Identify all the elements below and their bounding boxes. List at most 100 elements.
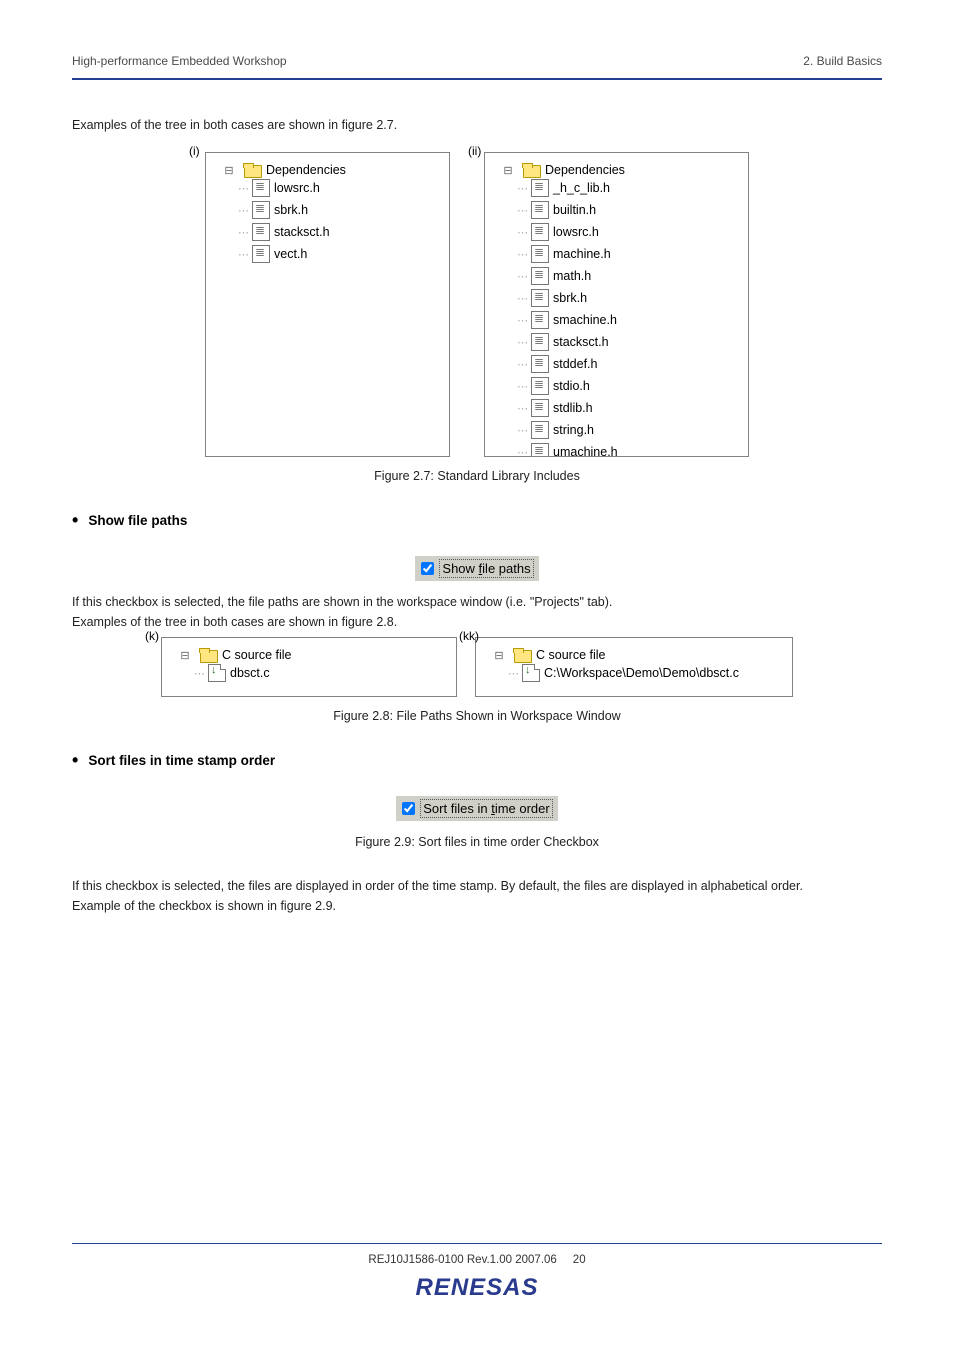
figure-2-9-caption: Figure 2.9: Sort files in time order Che… [72,835,882,849]
l-text-2: Example of the checkbox is shown in figu… [72,899,882,913]
tree-item[interactable]: ⋯ stdio.h [517,375,738,397]
tree-item[interactable]: ⋯ builtin.h [517,199,738,221]
tree-item[interactable]: ⋯ smachine.h [517,309,738,331]
header-file-icon [531,377,549,395]
header-file-icon [252,223,270,241]
bullet-l-heading: • Sort files in time stamp order [72,753,882,768]
tree-panel-kk: (kk) C source file ⋯C:\Workspace\Demo\De… [475,635,793,697]
tree-expand-icon[interactable] [488,649,510,662]
tree-item[interactable]: ⋯ lowsrc.h [517,221,738,243]
tree-branch-line: ⋯ [517,402,527,415]
tree-item[interactable]: ⋯ stacksct.h [238,221,439,243]
tree-i-label: (i) [189,144,200,158]
tree-root-label[interactable]: Dependencies [545,163,625,177]
tree-item-label: stacksct.h [274,225,330,239]
source-file-icon [522,664,540,682]
bullet-k-heading: • Show file paths [72,513,882,528]
header-rule [72,78,882,80]
folder-icon [200,648,218,662]
k-text-1: If this checkbox is selected, the file p… [72,595,882,609]
header-section: 2. Build Basics [803,54,882,68]
show-file-paths-checkbox-figure: Show file paths [72,556,882,581]
footer-page: 20 [573,1254,586,1266]
tree-item-label: math.h [553,269,591,283]
checkbox-text-prefix: Show [442,561,478,576]
folder-icon [244,163,262,177]
tree-expand-icon[interactable] [497,164,519,177]
tree-item-label: stdlib.h [553,401,593,415]
figure-2-7-caption: Figure 2.7: Standard Library Includes [72,469,882,483]
header-file-icon [531,201,549,219]
tree-expand-icon[interactable] [174,649,196,662]
show-file-paths-checkbox[interactable]: Show file paths [415,556,538,581]
tree-item[interactable]: ⋯stddef.h [517,353,738,375]
tree-branch-line: ⋯ [517,270,527,283]
tree-branch-line: ⋯ [517,446,527,458]
bullet-dot: • [72,513,78,528]
tree-branch-line: ⋯ [517,226,527,239]
header-file-icon [531,245,549,263]
tree-branch-line: ⋯ [517,314,527,327]
tree-branch-line: ⋯ [508,667,518,680]
tree-root-label[interactable]: Dependencies [266,163,346,177]
tree-item-label: C:\Workspace\Demo\Demo\dbsct.c [544,666,739,680]
figure-2-8-caption: Figure 2.8: File Paths Shown in Workspac… [72,709,882,723]
tree-root-label[interactable]: C source file [222,648,291,662]
folder-icon [514,648,532,662]
tree-item-label: stdio.h [553,379,590,393]
bullet-k-title: Show file paths [88,513,187,528]
bullet-l-title: Sort files in time stamp order [88,753,275,768]
tree-branch-line: ⋯ [238,182,248,195]
tree-root-label[interactable]: C source file [536,648,605,662]
tree-item-label: umachine.h [553,445,618,457]
header-file-icon [252,179,270,197]
header-file-icon [531,289,549,307]
tree-ii-label: (ii) [468,144,481,158]
tree-item[interactable]: ⋯vect.h [238,243,439,265]
page-header: High-performance Embedded Workshop 2. Bu… [72,54,882,68]
tree-item[interactable]: ⋯ sbrk.h [517,287,738,309]
tree-item-label: dbsct.c [230,666,270,680]
tree-item[interactable]: ⋯dbsct.c [194,662,446,684]
tree-item[interactable]: ⋯sbrk.h [238,199,439,221]
header-file-icon [531,223,549,241]
tree-expand-icon[interactable] [218,164,240,177]
tree-item-label: sbrk.h [553,291,587,305]
sort-files-input[interactable] [402,802,415,815]
header-file-icon [531,421,549,439]
tree-kk-label: (kk) [459,629,479,643]
tree-item-label: machine.h [553,247,611,261]
tree-branch-line: ⋯ [238,248,248,261]
tree-branch-line: ⋯ [517,204,527,217]
checkbox-text-prefix: Sort files in [423,801,491,816]
tree-branch-line: ⋯ [238,226,248,239]
checkbox-text-suffix: ile paths [482,561,530,576]
header-file-icon [531,179,549,197]
tree-item[interactable]: ⋯_h_c_lib.h [517,177,738,199]
tree-branch-line: ⋯ [517,292,527,305]
tree-item[interactable]: ⋯lowsrc.h [238,177,439,199]
tree-item[interactable]: ⋯ C:\Workspace\Demo\Demo\dbsct.c [508,662,782,684]
show-file-paths-input[interactable] [421,562,434,575]
tree-item[interactable]: ⋯string.h [517,419,738,441]
tree-item[interactable]: ⋯machine.h [517,243,738,265]
tree-branch-line: ⋯ [517,380,527,393]
tree-branch-line: ⋯ [238,204,248,217]
tree-item[interactable]: ⋯ math.h [517,265,738,287]
header-file-icon [531,355,549,373]
checkbox-text-suffix: ime order [495,801,550,816]
tree-item-label: smachine.h [553,313,617,327]
footer: REJ10J1586-0100 Rev.1.00 2007.06 20 [72,1254,882,1266]
header-file-icon [252,245,270,263]
figure-2-7: (i) Dependencies ⋯lowsrc.h⋯sbrk.h⋯stacks… [72,150,882,457]
tree-branch-line: ⋯ [517,424,527,437]
header-file-icon [252,201,270,219]
tree-item[interactable]: ⋯ umachine.h [517,441,738,457]
tree-item-label: lowsrc.h [553,225,599,239]
tree-item-label: builtin.h [553,203,596,217]
tree-item[interactable]: ⋯ stdlib.h [517,397,738,419]
sort-files-checkbox[interactable]: Sort files in time order [396,796,557,821]
header-file-icon [531,333,549,351]
tree-item[interactable]: ⋯stacksct.h [517,331,738,353]
tree-branch-line: ⋯ [517,336,527,349]
